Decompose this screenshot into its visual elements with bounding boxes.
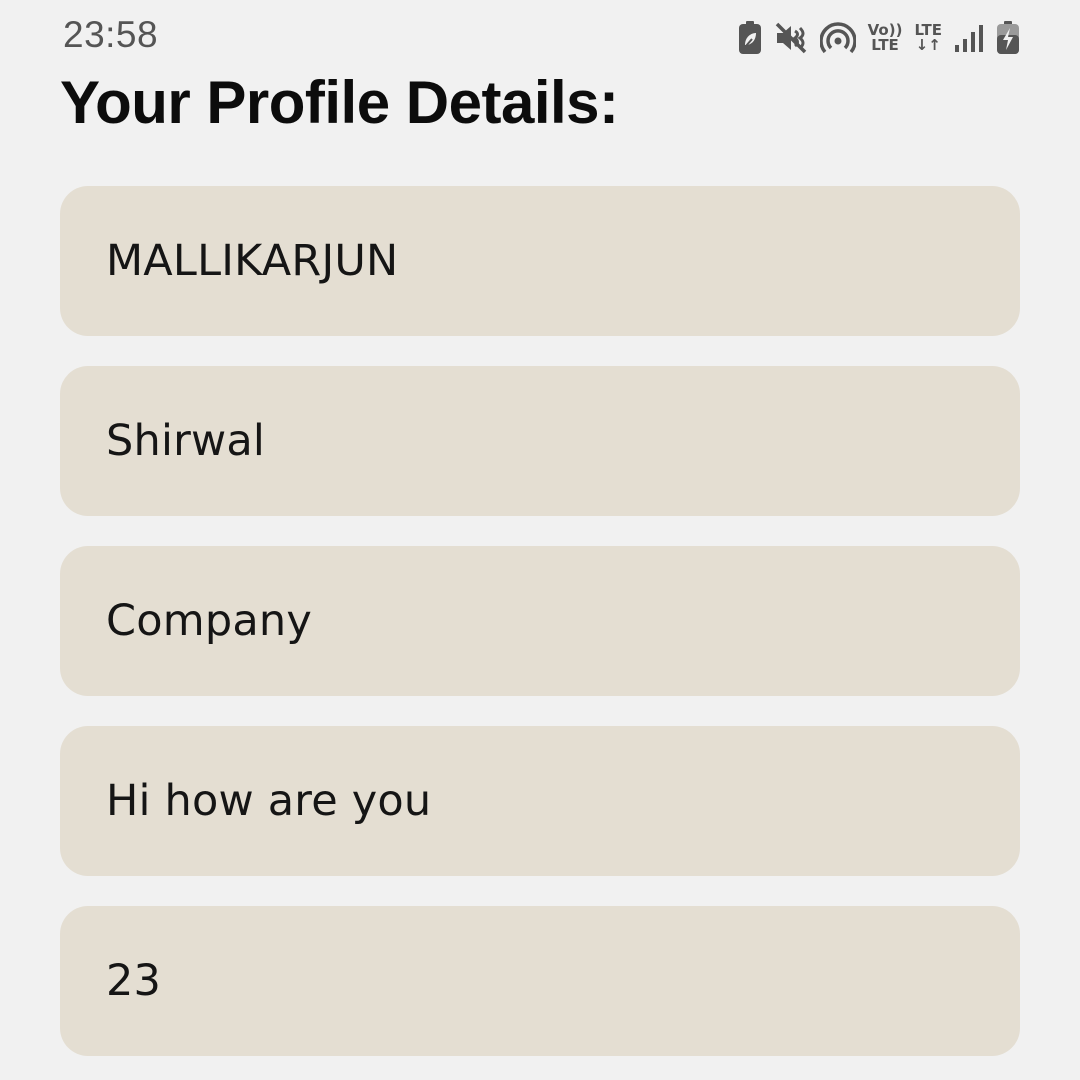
company-field[interactable]: Company (60, 546, 1020, 696)
status-icons: Vo)) LTE LTE ↓↑ (738, 18, 1020, 58)
name-field[interactable]: MALLIKARJUN (60, 186, 1020, 336)
battery-saver-icon (738, 18, 762, 58)
age-field-value: 23 (106, 956, 162, 1006)
status-bar: 23:58 Vo)) LTE LTE ↓↑ (0, 0, 1080, 76)
page-title: Your Profile Details: (60, 69, 619, 136)
mute-icon (774, 18, 808, 58)
profile-screen: 23:58 Vo)) LTE LTE ↓↑ Your Profile Detai… (0, 0, 1080, 1080)
age-field[interactable]: 23 (60, 906, 1020, 1056)
signal-icon (954, 18, 984, 58)
bio-field[interactable]: Hi how are you (60, 726, 1020, 876)
lte-data-icon: LTE ↓↑ (914, 18, 942, 58)
volte-bottom-label: LTE (871, 36, 899, 54)
lte-bottom-label: ↓↑ (915, 36, 941, 54)
hotspot-icon (819, 18, 856, 58)
name-field-value: MALLIKARJUN (106, 236, 399, 286)
status-time: 23:58 (63, 14, 159, 55)
volte-icon: Vo)) LTE (868, 18, 903, 58)
location-field-value: Shirwal (106, 416, 266, 466)
location-field[interactable]: Shirwal (60, 366, 1020, 516)
bio-field-value: Hi how are you (106, 776, 432, 826)
battery-charging-icon (996, 18, 1020, 58)
profile-fields: MALLIKARJUN Shirwal Company Hi how are y… (60, 186, 1020, 1080)
company-field-value: Company (106, 596, 312, 646)
